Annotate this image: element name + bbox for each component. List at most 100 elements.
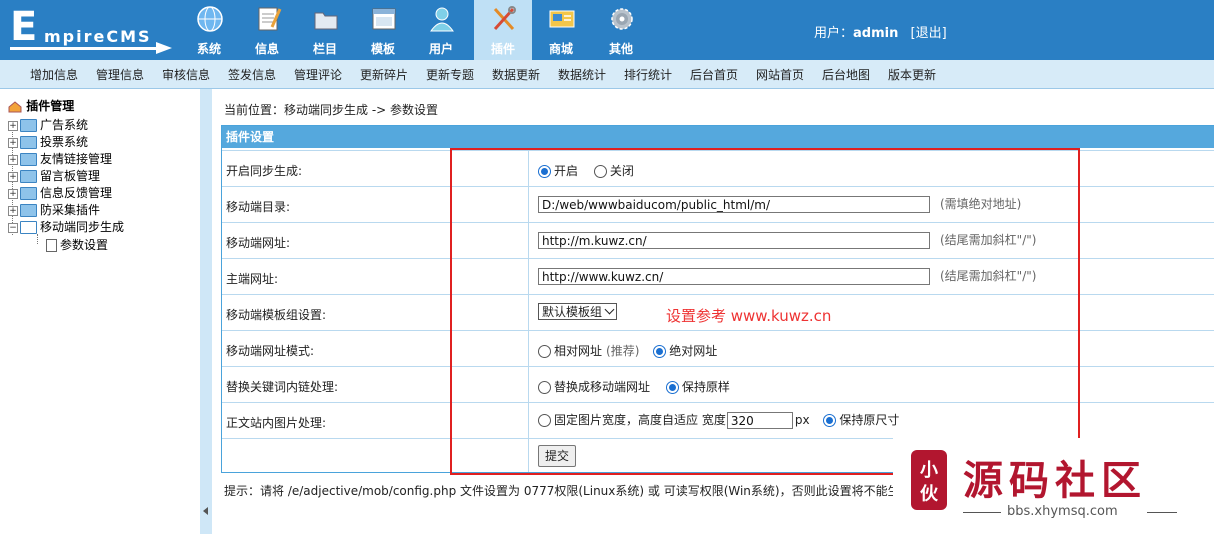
row-label: 正文站内图片处理: [226,416,327,430]
tree-node-feedback[interactable]: + 信息反馈管理 [8,184,112,200]
tree-root-label: 插件管理 [26,99,75,113]
folder-icon [20,119,37,132]
menu-rank-stats[interactable]: 排行统计 [624,66,672,83]
select-value: 默认模板组 [542,305,603,319]
image-width-input[interactable]: 320 [726,412,793,429]
sync-radio-group: 开启 关闭 [538,162,634,179]
watermark-line [1147,512,1177,513]
menu-data-update[interactable]: 数据更新 [492,66,540,83]
panel-title: 插件设置 [222,126,1214,148]
tree-leaf-label: 参数设置 [60,238,109,252]
nav-shop[interactable]: 商城 [532,0,590,60]
tools-icon [493,6,516,31]
url-mode-radio-group: 相对网址 (推荐) 绝对网址 [538,342,717,359]
mobile-url-input[interactable]: http://m.kuwz.cn/ [538,232,930,249]
column-divider [528,223,529,259]
expand-icon: + [8,188,18,199]
relative-url-radio[interactable] [538,345,551,358]
sync-off-radio[interactable] [593,165,607,178]
expand-icon: + [8,120,18,131]
nav-info[interactable]: 信息 [238,0,296,60]
column-divider [528,295,529,331]
row-label: 移动端目录: [226,200,291,214]
nav-other[interactable]: 其他 [592,0,650,60]
nav-system[interactable]: 系统 [180,0,238,60]
unit-label: px [794,413,810,427]
plugin-settings-panel: 插件设置 开启同步生成: 开启 关闭 移动端目录: D:/web/wwwbaid… [221,125,1214,473]
menu-update-topics[interactable]: 更新专题 [426,66,474,83]
sync-on-radio[interactable] [538,165,551,178]
breadcrumb-prefix: 当前位置： [224,103,285,117]
logo-arrow-icon [156,42,172,54]
row-label: 移动端模板组设置: [226,308,327,322]
nav-user[interactable]: 用户 [412,0,470,60]
folder-icon [20,187,37,200]
reference-annotation: 设置参考 www.kuwz.cn [666,307,832,325]
menu-sign-info[interactable]: 签发信息 [228,66,276,83]
expand-icon: + [8,205,18,216]
menu-admin-map[interactable]: 后台地图 [822,66,870,83]
quick-menu-bar: 增加信息 管理信息 审核信息 签发信息 管理评论 更新碎片 更新专题 数据更新 … [0,60,1214,89]
folder-icon [20,204,37,217]
menu-data-stats[interactable]: 数据统计 [558,66,606,83]
main-url-input[interactable]: http://www.kuwz.cn/ [538,268,930,285]
nav-label: 信息 [254,42,279,56]
keep-original-radio[interactable] [665,381,679,394]
nav-template[interactable]: 模板 [354,0,412,60]
window-icon [372,8,396,30]
menu-version-update[interactable]: 版本更新 [888,66,936,83]
menu-update-fragments[interactable]: 更新碎片 [360,66,408,83]
watermark-line [963,512,1001,513]
mobile-url-control: http://m.kuwz.cn/ (结尾需加斜杠"/") [538,231,1036,249]
keep-size-radio[interactable] [823,414,837,427]
nav-column[interactable]: 栏目 [296,0,354,60]
logout-link[interactable]: [退出] [911,26,947,41]
empirecms-logo[interactable]: E mpireCMS [6,4,176,56]
template-select[interactable]: 默认模板组 [538,303,618,320]
tree-leaf-settings[interactable]: 参数设置 [46,236,108,253]
nav-label: 系统 [196,42,221,56]
absolute-url-radio[interactable] [653,345,667,358]
submit-button[interactable]: 提交 [538,445,577,467]
submit-control: 提交 [538,445,577,467]
menu-review-info[interactable]: 审核信息 [162,66,210,83]
nav-plugin[interactable]: 插件 [474,0,532,60]
nav-label: 插件 [490,42,515,56]
replace-mobile-url-radio[interactable] [538,381,551,394]
permission-tip: 提示：请将 /e/adjective/mob/config.php 文件设置为 … [224,484,924,498]
tree-node-ads[interactable]: + 广告系统 [8,116,88,132]
tree-node-guestbook[interactable]: + 留言板管理 [8,167,100,183]
tree-node-links[interactable]: + 友情链接管理 [8,150,112,166]
sidebar-splitter[interactable] [200,89,212,534]
row-label: 开启同步生成: [226,164,303,178]
menu-site-home[interactable]: 网站首页 [756,66,804,83]
tree-node-mobile-sync[interactable]: − 移动端同步生成 [8,218,124,234]
collapse-icon: − [8,222,18,233]
tree-root[interactable]: 插件管理 [8,97,74,114]
top-header: E mpireCMS 系统 信息 栏目 模板 用户 插件 商城 其他 用户：ad… [0,0,1214,60]
folder-icon [20,136,37,149]
collapse-arrow-icon[interactable] [203,507,208,515]
radio-label: 相对网址 [554,344,603,358]
menu-manage-comments[interactable]: 管理评论 [294,66,342,83]
menu-admin-home[interactable]: 后台首页 [690,66,738,83]
main-url-control: http://www.kuwz.cn/ (结尾需加斜杠"/") [538,267,1036,285]
field-hint: (结尾需加斜杠"/") [940,233,1037,247]
column-divider [528,331,529,367]
folder-icon [20,153,37,166]
chevron-down-icon [604,304,615,315]
fixed-width-radio[interactable] [538,414,551,427]
radio-label: 保持原样 [681,380,730,394]
tree-node-anticollect[interactable]: + 防采集插件 [8,201,100,217]
menu-add-info[interactable]: 增加信息 [30,66,78,83]
document-icon [46,239,57,252]
nav-label: 栏目 [312,42,337,56]
tree-node-vote[interactable]: + 投票系统 [8,133,88,149]
mobile-dir-input[interactable]: D:/web/wwwbaiducom/public_html/m/ [538,196,930,213]
row-mobile-dir: 移动端目录: D:/web/wwwbaiducom/public_html/m/… [222,186,1214,223]
menu-manage-info[interactable]: 管理信息 [96,66,144,83]
image-radio-group: 固定图片宽度，高度自适应 宽度 320 px 保持原尺寸 [538,411,899,429]
column-divider [528,187,529,223]
breadcrumb-link-mobile-sync[interactable]: 移动端同步生成 [284,103,368,117]
row-sync: 开启同步生成: 开启 关闭 [222,150,1214,187]
